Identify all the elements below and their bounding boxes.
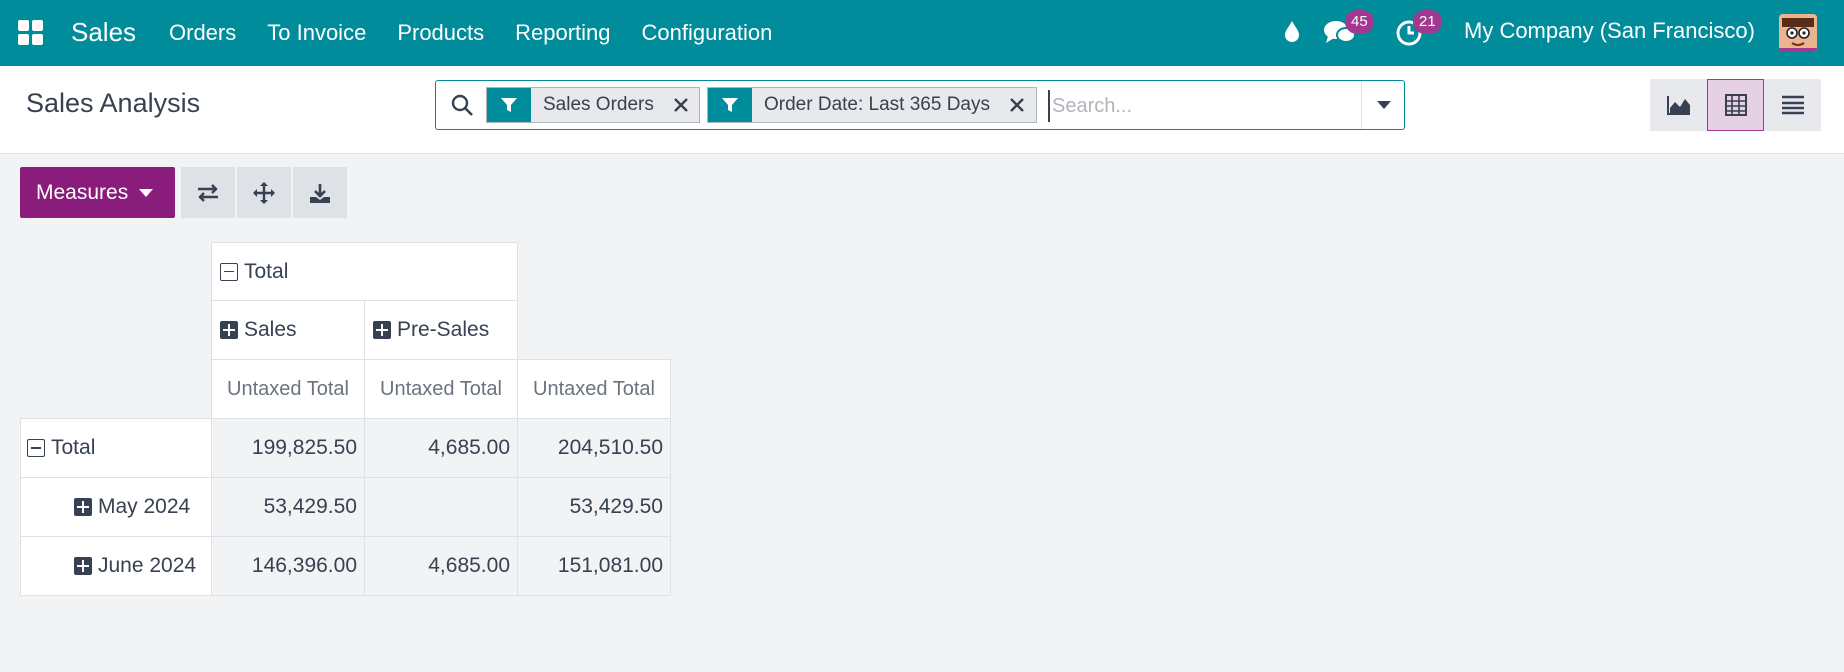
caret-down-icon [139,188,154,197]
app-brand[interactable]: Sales [71,14,136,50]
menu-item-products[interactable]: Products [397,20,484,46]
menu-item-configuration[interactable]: Configuration [642,20,773,46]
table-icon [1724,94,1747,116]
apps-menu-icon[interactable] [18,20,44,46]
facet-label: Sales Orders [543,94,654,115]
pivot-row-header-may-2024[interactable]: May 2024 [20,477,212,537]
expand-icon [74,498,92,516]
menu-item-to-invoice[interactable]: To Invoice [267,20,366,46]
expand-all-icon [253,181,275,204]
row-header-label: May 2024 [98,495,191,518]
pivot-col-header-pre-sales[interactable]: Pre-Sales [364,300,518,360]
col-header-label: Pre-Sales [397,318,490,341]
search-icon [451,94,473,116]
collapse-icon [220,262,238,281]
col-header-label: Sales [244,318,297,341]
caret-down-icon [1376,101,1391,109]
measures-button[interactable]: Measures [20,167,175,218]
pivot-cell[interactable]: 151,081.00 [517,536,671,596]
pivot-cell[interactable]: 4,685.00 [364,418,518,478]
expand-icon [220,321,238,339]
activities-badge: 21 [1413,10,1442,34]
top-navbar: Sales Orders To Invoice Products Reporti… [0,0,1844,66]
search-input[interactable] [1048,90,1348,122]
main-menu: Orders To Invoice Products Reporting Con… [169,0,803,66]
graph-view-button[interactable] [1650,79,1707,131]
pivot-cell[interactable]: 146,396.00 [211,536,365,596]
download-icon [310,183,330,203]
menu-item-reporting[interactable]: Reporting [515,20,610,46]
pivot-cell[interactable]: 53,429.50 [517,477,671,537]
filter-icon [708,88,752,122]
company-switcher[interactable]: My Company (San Francisco) [1464,18,1755,44]
pivot-view-button[interactable] [1707,79,1764,131]
pivot-cell[interactable]: 53,429.50 [211,477,365,537]
drop-icon[interactable] [1276,16,1308,48]
row-header-label: Total [51,436,96,459]
list-icon [1781,95,1804,115]
facet-label: Order Date: Last 365 Days [764,94,990,115]
search-bar: Sales Orders Order Date: Last 365 Days [435,80,1405,130]
view-switcher [1650,79,1821,131]
filter-icon [487,88,531,122]
close-icon[interactable] [1002,88,1032,122]
collapse-icon [27,439,45,457]
download-button[interactable] [293,167,347,218]
pivot-measure-header[interactable]: Untaxed Total [517,359,671,419]
page-title: Sales Analysis [26,88,201,118]
pivot-cell[interactable]: 4,685.00 [364,536,518,596]
facet-sales-orders: Sales Orders [486,87,700,123]
pivot-col-header-sales[interactable]: Sales [211,300,365,360]
pivot-measure-header[interactable]: Untaxed Total [211,359,365,419]
row-header-label: June 2024 [98,554,197,577]
pivot-row-header-june-2024[interactable]: June 2024 [20,536,212,596]
expand-icon [373,321,391,339]
expand-icon [74,557,92,575]
pivot-col-header-total[interactable]: Total [211,242,518,301]
pivot-cell[interactable]: 204,510.50 [517,418,671,478]
close-icon[interactable] [666,88,696,122]
area-chart-icon [1666,96,1690,115]
pivot-row-header-total[interactable]: Total [20,418,212,478]
facet-order-date: Order Date: Last 365 Days [707,87,1037,123]
menu-item-orders[interactable]: Orders [169,20,236,46]
flip-axis-button[interactable] [181,167,235,218]
expand-all-button[interactable] [237,167,291,218]
measures-label: Measures [36,180,129,204]
control-panel: Sales Analysis Sales Orders Order Date: … [0,66,1844,154]
list-view-button[interactable] [1764,79,1821,131]
messages-badge: 45 [1345,10,1374,34]
avatar[interactable] [1779,14,1817,52]
search-options-toggle[interactable] [1361,81,1405,129]
pivot-cell[interactable] [364,477,518,537]
flip-axis-icon [198,183,218,202]
pivot-cell[interactable]: 199,825.50 [211,418,365,478]
pivot-measure-header[interactable]: Untaxed Total [364,359,518,419]
col-header-label: Total [244,259,289,283]
